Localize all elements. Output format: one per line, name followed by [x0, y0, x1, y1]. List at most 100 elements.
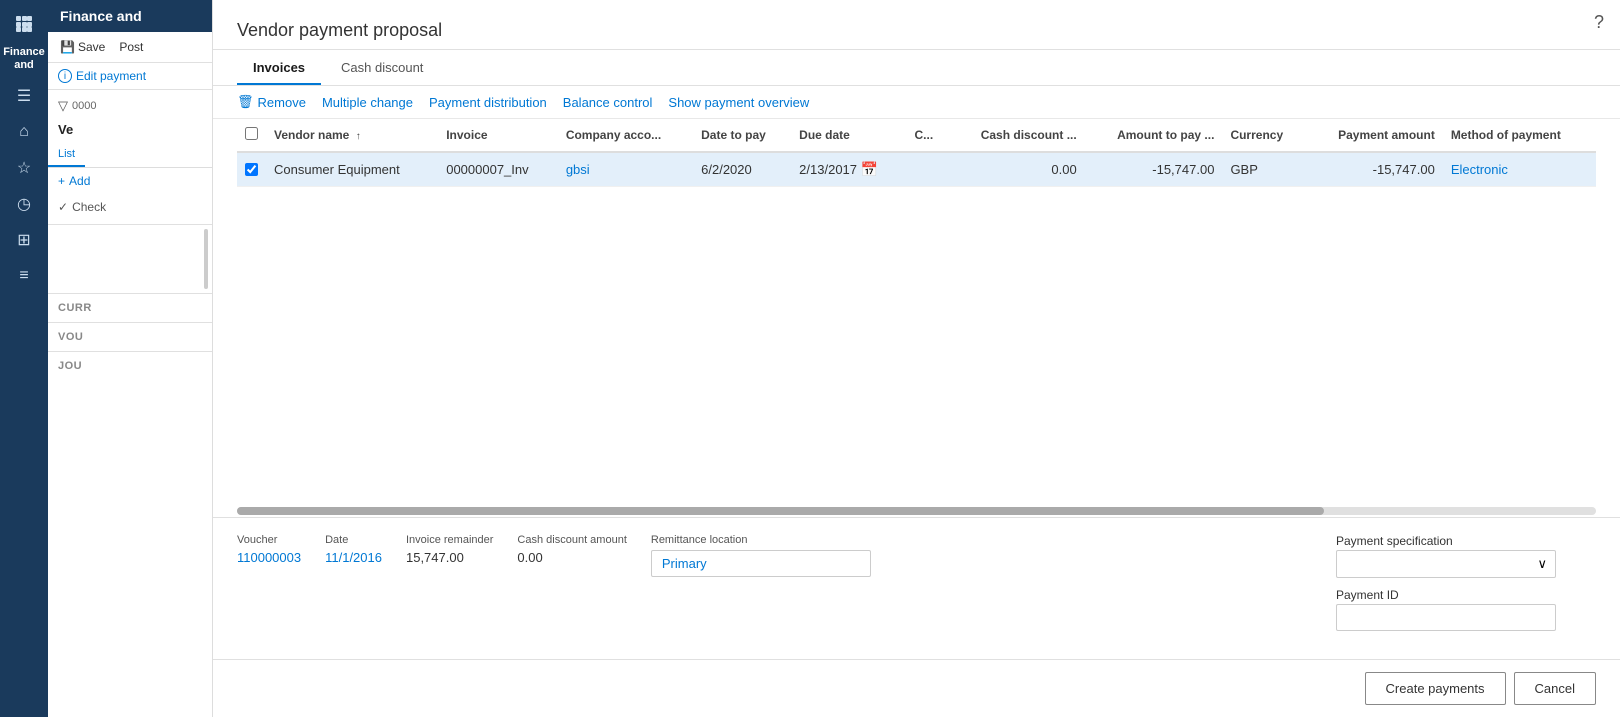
vendor-payment-dialog: ? Vendor payment proposal Invoices Cash …: [213, 0, 1620, 717]
cash-discount-amount-field: Cash discount amount 0.00: [517, 534, 626, 565]
dialog-title: Vendor payment proposal: [213, 0, 1620, 50]
dialog-toolbar: 🗑 Remove Multiple change Payment distrib…: [213, 86, 1620, 119]
save-icon: 💾: [60, 40, 75, 54]
cell-method-of-payment[interactable]: Electronic: [1443, 152, 1596, 187]
payment-id-label: Payment ID: [1336, 588, 1596, 602]
sidebar-tab-list[interactable]: List: [48, 143, 85, 167]
sidebar-curr-label: CURR: [48, 298, 212, 318]
sidebar-vouch-label: VOU: [48, 327, 212, 347]
balance-control-action[interactable]: Balance control: [563, 95, 653, 110]
plus-icon: +: [58, 174, 65, 188]
cell-payment-amount: -15,747.00: [1306, 152, 1443, 187]
show-payment-overview-action[interactable]: Show payment overview: [668, 95, 809, 110]
save-button[interactable]: 💾 Save: [56, 38, 109, 56]
dropdown-chevron-icon: ∨: [1537, 556, 1547, 572]
table-horizontal-scrollbar[interactable]: [237, 507, 1596, 515]
remittance-location-field: Remittance location Primary: [651, 534, 871, 577]
edit-payment-button[interactable]: i Edit payment: [48, 63, 212, 90]
remittance-location-value[interactable]: Primary: [651, 550, 871, 577]
sidebar-toolbar: 💾 Save Post: [48, 32, 212, 63]
calendar-icon[interactable]: 📅: [861, 161, 878, 177]
home-icon[interactable]: ⌂: [8, 116, 40, 148]
payment-specification-group: Payment specification ∨: [1336, 534, 1596, 578]
sidebar-tabs: List: [48, 143, 212, 168]
tab-invoices[interactable]: Invoices: [237, 50, 321, 85]
sidebar-list-header: ▽ 0000: [48, 90, 212, 118]
cell-vendor-name: Consumer Equipment: [266, 152, 438, 187]
col-currency: Currency: [1222, 119, 1305, 152]
cell-company-account[interactable]: gbsi: [558, 152, 693, 187]
cell-due-date: 2/13/2017 📅: [791, 152, 906, 187]
remove-action[interactable]: 🗑 Remove: [237, 94, 306, 110]
row-checkbox-cell: [237, 152, 266, 187]
sidebar-scrollbar[interactable]: [204, 229, 208, 289]
row-checkbox[interactable]: [245, 163, 258, 176]
sidebar-entry: Ve: [48, 118, 212, 139]
list-icon[interactable]: ≡: [8, 260, 40, 292]
detail-right-panel: Payment specification ∨ Payment ID: [1336, 534, 1596, 631]
remove-icon: 🗑: [237, 94, 254, 110]
cancel-button[interactable]: Cancel: [1514, 672, 1596, 705]
col-company-account: Company acco...: [558, 119, 693, 152]
voucher-value[interactable]: 110000003: [237, 550, 301, 565]
dialog-tabs: Invoices Cash discount: [213, 50, 1620, 86]
col-c: C...: [906, 119, 948, 152]
col-checkbox: [237, 119, 266, 152]
filter-icon[interactable]: ▽: [58, 98, 68, 114]
cash-discount-amount-label: Cash discount amount: [517, 534, 626, 546]
sidebar-divider: [48, 224, 212, 225]
second-sidebar: Finance and 💾 Save Post i Edit payment ▽…: [48, 0, 213, 717]
apps-icon[interactable]: [8, 8, 40, 40]
select-all-checkbox[interactable]: [245, 127, 258, 140]
cell-c: [906, 152, 948, 187]
invoices-table-container[interactable]: Vendor name ↑ Invoice Company acco... Da…: [213, 119, 1620, 505]
left-nav: Finance and ☰ ⌂ ☆ ◷ ⊞ ≡: [0, 0, 48, 717]
help-icon[interactable]: ?: [1594, 12, 1604, 33]
cash-discount-amount-value: 0.00: [517, 550, 626, 565]
sort-arrow-icon: ↑: [356, 131, 361, 142]
col-method-of-payment: Method of payment: [1443, 119, 1596, 152]
sidebar-jour-label: JOU: [48, 356, 212, 376]
col-due-date: Due date: [791, 119, 906, 152]
sidebar-divider-4: [48, 351, 212, 352]
cell-currency: GBP: [1222, 152, 1305, 187]
tab-cash-discount[interactable]: Cash discount: [325, 50, 439, 85]
dialog-footer: Create payments Cancel: [213, 659, 1620, 717]
star-icon[interactable]: ☆: [8, 152, 40, 184]
payment-specification-select[interactable]: ∨: [1336, 550, 1556, 578]
invoice-remainder-value: 15,747.00: [406, 550, 493, 565]
cell-date-to-pay: 6/2/2020: [693, 152, 791, 187]
payment-id-input[interactable]: [1336, 604, 1556, 631]
cell-invoice: 00000007_Inv: [438, 152, 558, 187]
date-field: Date 11/1/2016: [325, 534, 382, 565]
table-row[interactable]: Consumer Equipment 00000007_Inv gbsi 6/2…: [237, 152, 1596, 187]
date-label: Date: [325, 534, 382, 546]
date-value[interactable]: 11/1/2016: [325, 550, 382, 565]
grid-icon[interactable]: ⊞: [8, 224, 40, 256]
multiple-change-action[interactable]: Multiple change: [322, 95, 413, 110]
payment-id-group: Payment ID: [1336, 588, 1596, 631]
hamburger-icon[interactable]: ☰: [8, 80, 40, 112]
info-icon: i: [58, 69, 72, 83]
invoice-remainder-field: Invoice remainder 15,747.00: [406, 534, 493, 565]
recent-icon[interactable]: ◷: [8, 188, 40, 220]
col-invoice: Invoice: [438, 119, 558, 152]
payment-specification-label: Payment specification: [1336, 534, 1596, 548]
col-vendor-name: Vendor name ↑: [266, 119, 438, 152]
payment-distribution-action[interactable]: Payment distribution: [429, 95, 547, 110]
sidebar-app-title: Finance and: [48, 0, 212, 32]
dialog-overlay: ? Vendor payment proposal Invoices Cash …: [213, 0, 1620, 717]
col-date-to-pay: Date to pay: [693, 119, 791, 152]
sidebar-divider-2: [48, 293, 212, 294]
remittance-location-label: Remittance location: [651, 534, 871, 546]
sidebar-add-button[interactable]: + Add: [48, 168, 212, 194]
scrollbar-thumb: [237, 507, 1324, 515]
sidebar-check-button[interactable]: ✓ Check: [48, 194, 212, 220]
check-icon: ✓: [58, 200, 68, 214]
detail-fields-row: Voucher 110000003 Date 11/1/2016 Invoice…: [237, 534, 1596, 631]
detail-panel: Voucher 110000003 Date 11/1/2016 Invoice…: [213, 517, 1620, 659]
voucher-field: Voucher 110000003: [237, 534, 301, 565]
col-payment-amount: Payment amount: [1306, 119, 1443, 152]
post-button[interactable]: Post: [115, 38, 147, 56]
create-payments-button[interactable]: Create payments: [1365, 672, 1506, 705]
